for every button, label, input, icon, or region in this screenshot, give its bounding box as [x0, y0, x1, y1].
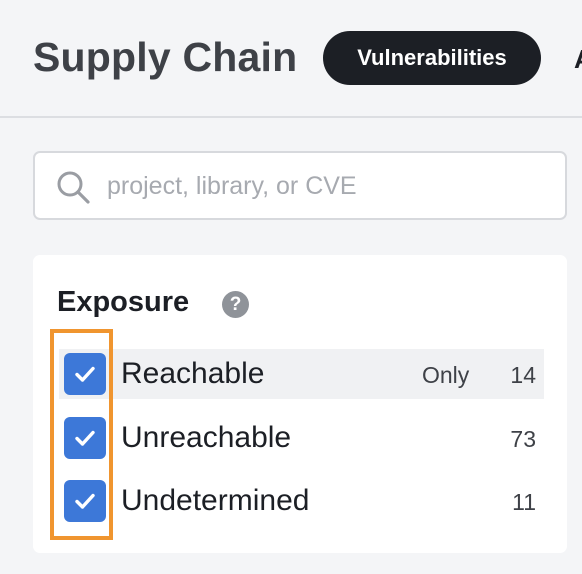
exposure-option-unreachable[interactable]: Unreachable 73 — [59, 413, 544, 463]
reachable-count: 14 — [510, 362, 536, 388]
tab-vulnerabilities[interactable]: Vulnerabilities — [323, 31, 541, 85]
search-box[interactable] — [33, 151, 567, 220]
unreachable-checkbox[interactable] — [64, 417, 106, 459]
unreachable-count: 73 — [510, 426, 536, 452]
exposure-filter-panel: Exposure ? Reachable Only 14 Unreachable… — [33, 255, 567, 553]
tab-next[interactable]: A — [574, 44, 582, 75]
page-title: Supply Chain — [33, 34, 298, 80]
exposure-option-undetermined[interactable]: Undetermined 11 — [59, 476, 544, 526]
search-input[interactable] — [107, 163, 547, 209]
only-link[interactable]: Only — [422, 362, 469, 389]
search-icon — [57, 171, 90, 204]
help-icon[interactable]: ? — [222, 291, 249, 318]
check-icon — [75, 430, 95, 446]
reachable-checkbox[interactable] — [64, 353, 106, 395]
exposure-option-reachable[interactable]: Reachable Only 14 — [59, 349, 544, 399]
undetermined-count: 11 — [512, 489, 536, 515]
reachable-label: Reachable — [121, 357, 265, 390]
unreachable-label: Unreachable — [121, 421, 292, 454]
exposure-title: Exposure — [57, 286, 190, 318]
undetermined-checkbox[interactable] — [64, 480, 106, 522]
check-icon — [75, 366, 95, 382]
undetermined-label: Undetermined — [121, 484, 310, 517]
page-header: Supply Chain Vulnerabilities A — [0, 0, 582, 118]
check-icon — [75, 493, 95, 509]
